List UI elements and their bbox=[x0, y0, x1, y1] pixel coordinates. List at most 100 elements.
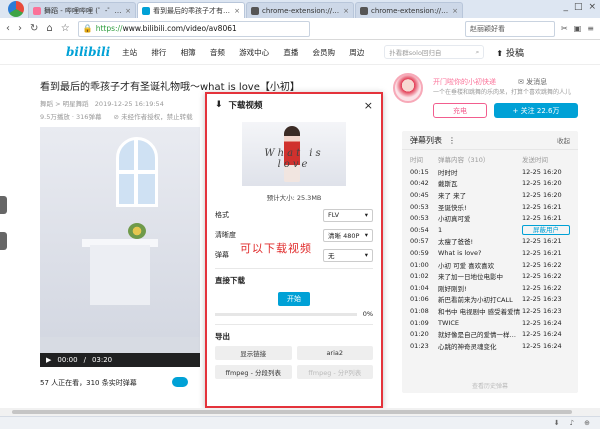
tab-3[interactable]: chrome-extension://dhdj × bbox=[246, 2, 354, 18]
row-time: 01:09 bbox=[410, 318, 429, 327]
table-row[interactable]: 00:59 What is love? 12-25 16:21 bbox=[402, 247, 578, 259]
row-sent-time: 12-25 16:22 bbox=[522, 283, 562, 292]
tab-1[interactable]: 舞蹈 - 哔哩哔哩 (゜-゜)つロ 干杯 × bbox=[28, 2, 136, 18]
scrollbar-thumb[interactable] bbox=[12, 410, 572, 414]
tab-title: 看到最后的乖孩子才有圣诞礼 bbox=[153, 6, 232, 15]
side-tab[interactable] bbox=[0, 232, 7, 250]
nav-item-mall[interactable]: 会员购 bbox=[313, 48, 336, 57]
start-button[interactable]: 开始 bbox=[278, 292, 310, 306]
row-sent-time: 12-25 16:20 bbox=[522, 179, 562, 188]
close-tab-icon[interactable]: × bbox=[125, 7, 131, 15]
video-player[interactable]: ▶ 00:00 / 03:20 bbox=[40, 127, 200, 367]
table-row[interactable]: 00:53 圣诞快乐! 12-25 16:21 bbox=[402, 201, 578, 213]
video-category[interactable]: 舞蹈 > 明星舞蹈 bbox=[40, 100, 89, 108]
maximize-icon[interactable]: □ bbox=[574, 2, 583, 12]
chevron-down-icon: ▾ bbox=[364, 211, 368, 219]
table-row[interactable]: 00:57 太瘦了爸爸! 12-25 16:21 bbox=[402, 236, 578, 248]
danmaku-select[interactable]: 无 ▾ bbox=[323, 248, 373, 262]
table-row[interactable]: 00:53 小初真可爱 12-25 16:21 bbox=[402, 212, 578, 224]
nav-item-merch[interactable]: 周边 bbox=[349, 48, 364, 57]
close-icon[interactable]: × bbox=[364, 99, 373, 112]
horizontal-scrollbar[interactable] bbox=[0, 408, 600, 416]
table-row[interactable]: 00:42 戴斯瓦 12-25 16:20 bbox=[402, 178, 578, 190]
video-stand-graphic bbox=[90, 245, 150, 305]
back-icon[interactable]: ‹ bbox=[6, 23, 10, 34]
video-stats: 9.5万播放 · 316弹幕 bbox=[40, 113, 102, 121]
tab-title: chrome-extension://dhdj bbox=[262, 6, 342, 15]
table-row[interactable]: 00:54 1 屏蔽用户 bbox=[402, 224, 578, 236]
block-user-button[interactable]: 屏蔽用户 bbox=[522, 224, 570, 235]
time-total: 03:20 bbox=[91, 356, 113, 364]
charge-button[interactable]: 充电 bbox=[433, 103, 487, 118]
quality-select[interactable]: 清晰 480P ▾ bbox=[323, 228, 373, 242]
nav-item-main[interactable]: 主站 bbox=[122, 48, 137, 57]
show-links-button[interactable]: 显示链接 bbox=[215, 346, 292, 360]
refresh-icon[interactable]: ↻ bbox=[30, 23, 38, 34]
menu-icon[interactable]: ≡ bbox=[587, 24, 594, 33]
format-select[interactable]: FLV ▾ bbox=[323, 208, 373, 222]
table-row[interactable]: 00:45 来了 来了 12-25 16:20 bbox=[402, 189, 578, 201]
col-sent[interactable]: 发送时间 bbox=[522, 154, 570, 164]
ffmpeg-segment-button[interactable]: ffmpeg - 分段列表 bbox=[215, 365, 292, 379]
nav-item-audio[interactable]: 音频 bbox=[210, 48, 225, 57]
message-button[interactable]: ✉ 发消息 bbox=[518, 77, 547, 87]
nav-item-rank[interactable]: 排行 bbox=[151, 48, 166, 57]
row-sent-time: 12-25 16:21 bbox=[522, 214, 562, 223]
close-tab-icon[interactable]: × bbox=[452, 7, 458, 15]
close-tab-icon[interactable]: × bbox=[234, 7, 240, 15]
url-input[interactable]: 🔒 https:// www.bilibili.com/video/av8061 bbox=[77, 20, 310, 37]
table-row[interactable]: 00:15 时时时 12-25 16:20 bbox=[402, 166, 578, 178]
table-row[interactable]: 01:20 就好像是自己的爱情一样理动 12-25 16:24 bbox=[402, 328, 578, 340]
minimize-icon[interactable]: _ bbox=[563, 2, 568, 12]
row-time: 01:23 bbox=[410, 341, 429, 350]
table-row[interactable]: 01:00 小初 可爱 喜欢喜欢 12-25 16:22 bbox=[402, 259, 578, 271]
table-row[interactable]: 01:08 和书中 电视剧中 感受着爱情 12-25 16:23 bbox=[402, 305, 578, 317]
table-row[interactable]: 01:04 刚好刚到! 12-25 16:22 bbox=[402, 282, 578, 294]
tab-2[interactable]: 看到最后的乖孩子才有圣诞礼 × bbox=[137, 2, 245, 18]
forward-icon[interactable]: › bbox=[18, 23, 22, 34]
collapse-button[interactable]: 收起 bbox=[557, 135, 570, 145]
row-sent-time: 12-25 16:21 bbox=[522, 202, 562, 211]
avatar[interactable] bbox=[393, 73, 423, 103]
nav-item-game[interactable]: 游戏中心 bbox=[239, 48, 269, 57]
row-sent-time: 12-25 16:22 bbox=[522, 272, 562, 281]
close-window-icon[interactable]: × bbox=[588, 2, 596, 12]
extension-icon[interactable]: ▣ bbox=[574, 24, 582, 33]
more-icon[interactable]: ⋮ bbox=[448, 136, 456, 145]
tab-title: chrome-extension://dhdj bbox=[371, 6, 451, 15]
col-content[interactable]: 弹幕内容（310） bbox=[438, 154, 522, 164]
follow-button[interactable]: + 关注 22.6万 bbox=[494, 103, 578, 118]
play-icon[interactable]: ▶ bbox=[46, 356, 51, 364]
danmaku-label: 弹幕 bbox=[215, 251, 229, 259]
star-icon[interactable]: ☆ bbox=[61, 23, 70, 34]
table-row[interactable]: 01:02 来了加一日地位电影中 12-25 16:22 bbox=[402, 270, 578, 282]
chevron-down-icon: ▾ bbox=[364, 251, 368, 259]
aria2-button[interactable]: aria2 bbox=[296, 346, 373, 360]
side-tab[interactable] bbox=[0, 196, 7, 214]
col-time[interactable]: 时间 bbox=[410, 154, 438, 164]
upload-button[interactable]: ⬆ 投稿 bbox=[496, 46, 524, 59]
home-icon[interactable]: ⌂ bbox=[46, 23, 52, 34]
site-search-input[interactable]: 扑看群solo回归自 ⌕ bbox=[384, 45, 485, 59]
sound-icon[interactable]: ♪ bbox=[570, 419, 574, 427]
up-name[interactable]: 开门啦你的小初快递 bbox=[433, 77, 496, 87]
cut-icon[interactable]: ✂ bbox=[561, 24, 568, 33]
danmaku-columns: 时间 弹幕内容（310） 发送时间 bbox=[402, 150, 578, 166]
browser-search-input[interactable]: 赵丽颖好看 bbox=[465, 20, 556, 37]
zoom-icon[interactable]: ⊕ bbox=[584, 419, 590, 427]
browser-logo-icon[interactable] bbox=[8, 1, 24, 17]
table-row[interactable]: 01:06 新巴看前来为小初打CALL 12-25 16:23 bbox=[402, 294, 578, 306]
search-icon[interactable]: ⌕ bbox=[476, 48, 480, 57]
table-row[interactable]: 01:09 TWICE 12-25 16:24 bbox=[402, 317, 578, 329]
nav-item-live[interactable]: 直播 bbox=[283, 48, 298, 57]
tab-4[interactable]: chrome-extension://dhdj × bbox=[355, 2, 463, 18]
format-row: 格式 FLV ▾ bbox=[207, 208, 381, 222]
danmaku-toggle[interactable] bbox=[172, 377, 188, 387]
download-manager-icon[interactable]: ⬇ bbox=[554, 419, 560, 427]
nav-item-album[interactable]: 相簿 bbox=[181, 48, 196, 57]
danmaku-header: 弹幕列表 ⋮ 收起 bbox=[402, 131, 578, 150]
close-tab-icon[interactable]: × bbox=[343, 7, 349, 15]
history-danmaku-button[interactable]: 查看历史弹幕 bbox=[402, 381, 578, 393]
table-row[interactable]: 01:23 心跳的神奇灵魂变化 12-25 16:24 bbox=[402, 340, 578, 352]
bilibili-logo[interactable]: bilibili bbox=[66, 45, 110, 59]
